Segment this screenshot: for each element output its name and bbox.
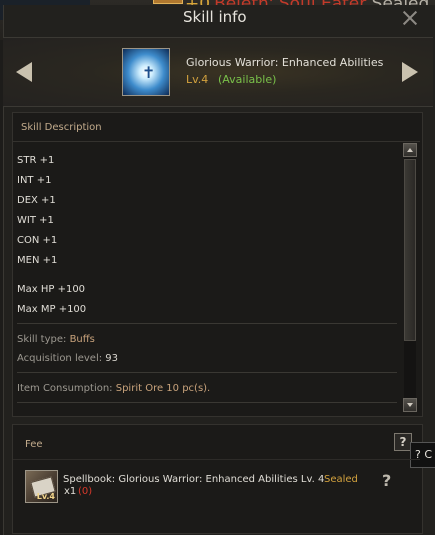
fee-item-quantity: x1 xyxy=(64,486,77,497)
fee-label: Fee xyxy=(25,439,43,450)
scroll-down-icon[interactable] xyxy=(403,398,417,412)
stat-line: CON +1 xyxy=(17,235,58,246)
skill-type-label: Skill type: xyxy=(17,334,67,345)
item-icon-badge: Lv.4 xyxy=(36,492,55,501)
fee-item-name: Spellbook: Glorious Warrior: Enhanced Ab… xyxy=(63,474,325,485)
skill-header: ✝ Glorious Warrior: Enhanced Abilities L… xyxy=(3,37,433,107)
tooltip-fragment: ? C xyxy=(410,442,435,468)
acquisition-value: 93 xyxy=(105,353,119,364)
stat-line: WIT +1 xyxy=(17,215,54,226)
stat-line: STR +1 xyxy=(17,155,55,166)
scroll-thumb[interactable] xyxy=(404,159,416,341)
description-scrollbar[interactable] xyxy=(403,143,417,413)
divider xyxy=(17,372,397,373)
skill-availability: (Available) xyxy=(218,73,277,86)
scroll-up-icon[interactable] xyxy=(403,143,417,157)
window-title: Skill info xyxy=(183,8,247,26)
item-help-icon[interactable]: ? xyxy=(382,471,391,490)
item-consumption-row: Item Consumption: Spirit Ore 10 pc(s). xyxy=(17,383,210,394)
acquisition-label: Acquisition level: xyxy=(17,353,103,364)
spellbook-icon[interactable]: Lv.4 xyxy=(25,470,58,503)
bonus-line: Max HP +100 xyxy=(17,284,86,295)
arrow-left-icon[interactable] xyxy=(16,62,32,82)
fee-item-owned: (0) xyxy=(78,486,93,497)
skill-type-value: Buffs xyxy=(69,334,95,345)
skill-name: Glorious Warrior: Enhanced Abilities xyxy=(186,56,384,69)
stat-line: DEX +1 xyxy=(17,195,56,206)
skill-description-label: Skill Description xyxy=(21,122,102,133)
fee-item-status: Sealed xyxy=(324,474,358,485)
close-icon[interactable] xyxy=(401,9,419,27)
stat-line: MEN +1 xyxy=(17,255,58,266)
item-consumption-value: Spirit Ore 10 pc(s). xyxy=(115,383,211,394)
skill-icon: ✝ xyxy=(122,48,170,96)
skill-level: Lv.4 xyxy=(186,73,209,86)
divider xyxy=(13,459,420,460)
bonus-line: Max MP +100 xyxy=(17,304,87,315)
acquisition-row: Acquisition level: 93 xyxy=(17,353,118,364)
divider xyxy=(13,141,420,142)
arrow-right-icon[interactable] xyxy=(402,62,418,82)
item-consumption-label: Item Consumption: xyxy=(17,383,113,394)
divider xyxy=(17,402,397,403)
skill-type-row: Skill type: Buffs xyxy=(17,334,95,345)
stat-line: INT +1 xyxy=(17,175,52,186)
background-item-icon xyxy=(153,0,183,4)
divider xyxy=(17,323,397,324)
